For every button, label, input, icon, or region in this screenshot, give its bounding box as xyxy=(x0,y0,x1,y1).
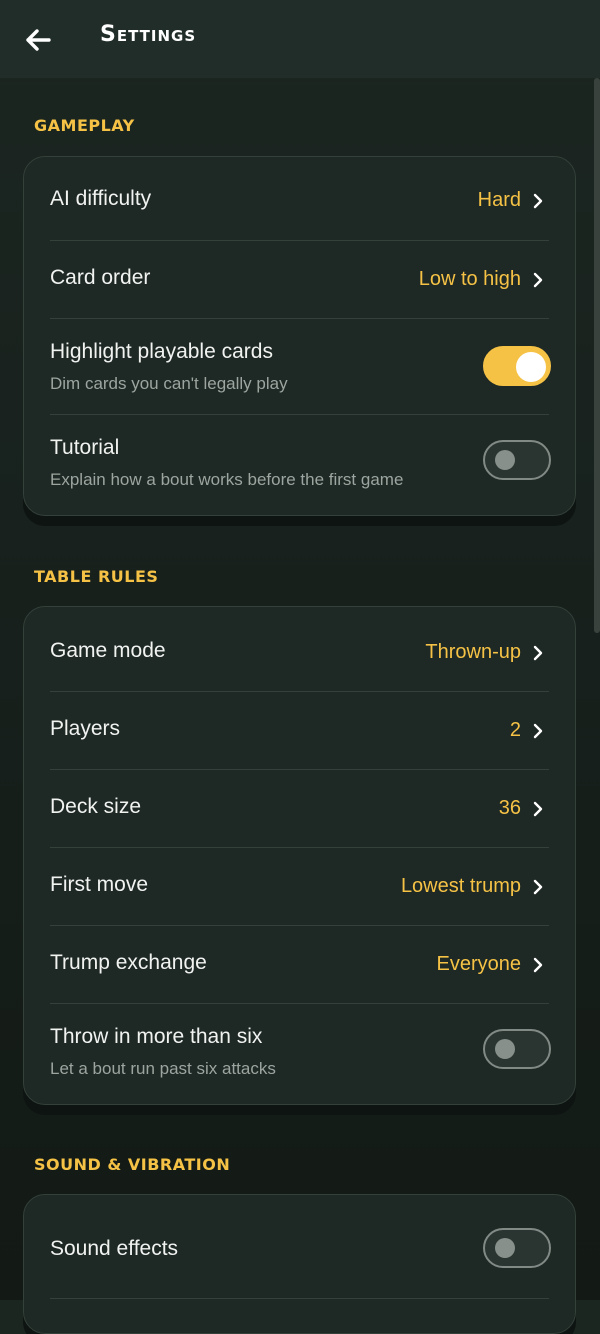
section-title-gameplay: GAMEPLAY xyxy=(34,116,135,135)
chevron-right-icon xyxy=(533,801,543,817)
sound-card: Sound effects xyxy=(23,1194,576,1334)
setting-label: Tutorial xyxy=(50,436,120,459)
setting-game-mode[interactable]: Game mode Thrown-up xyxy=(50,607,549,692)
gameplay-card: AI difficulty Hard Card order Low to hig… xyxy=(23,156,576,516)
setting-ai-difficulty[interactable]: AI difficulty Hard xyxy=(50,157,549,241)
setting-value: Lowest trump xyxy=(400,875,521,897)
setting-throw-in[interactable]: Throw in more than six Let a bout run pa… xyxy=(50,1003,551,1103)
section-title-table-rules: TABLE RULES xyxy=(34,567,159,586)
setting-label: Highlight playable cards xyxy=(50,340,273,363)
setting-label: Throw in more than six xyxy=(50,1025,263,1048)
chevron-right-icon xyxy=(533,879,543,895)
setting-description: Dim cards you can't legally play xyxy=(50,374,288,393)
setting-deck-size[interactable]: Deck size 36 xyxy=(50,769,549,848)
chevron-right-icon xyxy=(533,645,543,661)
setting-label: AI difficulty xyxy=(50,187,152,210)
setting-value: Everyone xyxy=(436,953,522,975)
page-title: Settings xyxy=(100,22,197,47)
setting-label: Sound effects xyxy=(50,1237,179,1260)
setting-label: Deck size xyxy=(50,795,142,818)
setting-sound-effects[interactable]: Sound effects xyxy=(50,1195,551,1299)
chevron-right-icon xyxy=(533,193,543,209)
setting-highlight-playable[interactable]: Highlight playable cards Dim cards you c… xyxy=(50,318,551,415)
throw-in-toggle[interactable] xyxy=(483,1029,551,1069)
setting-label: Players xyxy=(50,717,121,740)
setting-card-order[interactable]: Card order Low to high xyxy=(50,240,549,319)
setting-value: 2 xyxy=(509,719,521,741)
scrollbar[interactable] xyxy=(594,78,600,633)
table-rules-card: Game mode Thrown-up Players 2 Deck size … xyxy=(23,606,576,1105)
setting-trump-exchange[interactable]: Trump exchange Everyone xyxy=(50,925,549,1004)
setting-description: Let a bout run past six attacks xyxy=(50,1059,276,1078)
toggle-knob xyxy=(495,1238,515,1258)
arrow-left-icon xyxy=(26,29,51,51)
setting-label: First move xyxy=(50,873,149,896)
setting-first-move[interactable]: First move Lowest trump xyxy=(50,847,549,926)
app-bar: Settings xyxy=(0,0,600,78)
setting-value: Low to high xyxy=(418,268,521,290)
section-title-sound: SOUND & VIBRATION xyxy=(34,1155,231,1174)
setting-tutorial[interactable]: Tutorial Explain how a bout works before… xyxy=(50,414,551,514)
setting-description: Explain how a bout works before the firs… xyxy=(50,470,404,489)
sound-effects-toggle[interactable] xyxy=(483,1228,551,1268)
toggle-knob xyxy=(516,352,546,382)
chevron-right-icon xyxy=(533,723,543,739)
chevron-right-icon xyxy=(533,272,543,288)
setting-value: Thrown-up xyxy=(425,641,521,663)
setting-value: 36 xyxy=(498,797,521,819)
chevron-right-icon xyxy=(533,957,543,973)
tutorial-toggle[interactable] xyxy=(483,440,551,480)
toggle-knob xyxy=(495,1039,515,1059)
back-button[interactable] xyxy=(20,22,56,58)
toggle-knob xyxy=(495,450,515,470)
setting-label: Card order xyxy=(50,266,151,289)
setting-label: Trump exchange xyxy=(50,951,207,974)
setting-players[interactable]: Players 2 xyxy=(50,691,549,770)
setting-value: Hard xyxy=(477,189,521,211)
setting-label: Game mode xyxy=(50,639,166,662)
highlight-toggle[interactable] xyxy=(483,346,551,386)
